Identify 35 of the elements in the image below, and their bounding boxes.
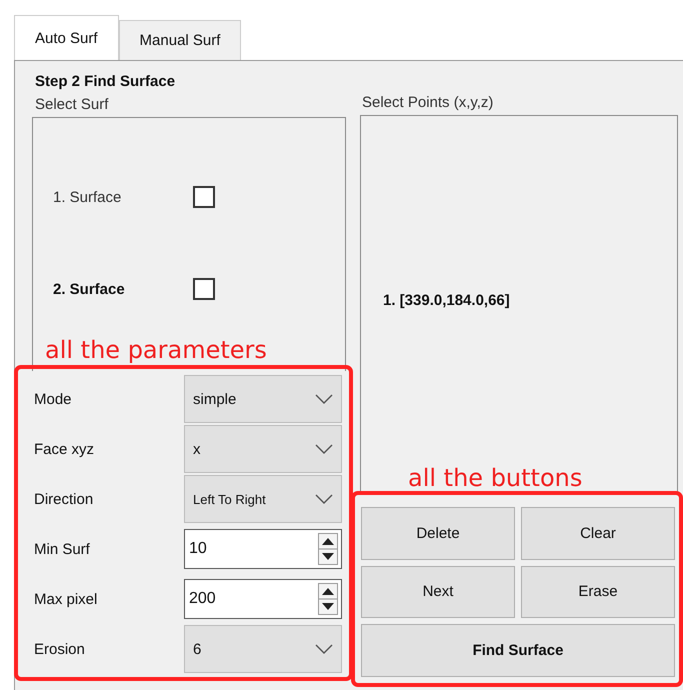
checkbox-label: 2. Surface (53, 280, 126, 298)
tab[interactable]: Manual Surf (118, 20, 242, 60)
checkbox[interactable] (193, 186, 215, 208)
tab[interactable]: Auto Surf (14, 15, 119, 60)
dropdown[interactable]: simple (184, 375, 342, 423)
action-button[interactable]: Find Surface (361, 624, 675, 677)
chevron-down-icon (315, 394, 333, 404)
parameter-label: Face xyz (34, 440, 96, 458)
chevron-down-icon (315, 644, 333, 654)
parameter-label: Direction (34, 490, 94, 508)
action-button[interactable]: Erase (521, 566, 675, 618)
number-field[interactable]: 10 (184, 529, 342, 569)
list-item[interactable]: 1. [339.0,184.0,66] (383, 292, 677, 309)
annotation-text: all the buttons (408, 464, 582, 492)
annotation-text: all the parameters (45, 336, 267, 364)
action-button[interactable]: Delete (361, 507, 515, 560)
checkbox[interactable] (193, 278, 215, 300)
chevron-down-icon (315, 444, 333, 454)
dropdown[interactable]: Left To Right (184, 475, 342, 523)
action-button[interactable]: Next (361, 566, 515, 618)
parameter-label: Max pixel (34, 590, 98, 608)
parameter-label: Min Surf (34, 540, 91, 558)
parameter-label: Mode (34, 390, 73, 408)
checkbox-label: 1. Surface (53, 188, 122, 206)
group-label: Select Points (x,y,z) (362, 94, 494, 111)
chevron-down-icon (315, 494, 333, 504)
spinner-arrows-icon[interactable] (318, 533, 338, 565)
dropdown[interactable]: 6 (184, 625, 342, 673)
group-label: Select Surf (35, 96, 110, 113)
step-title: Step 2 Find Surface (35, 73, 176, 90)
spinner-arrows-icon[interactable] (318, 583, 338, 615)
action-button[interactable]: Clear (521, 507, 675, 560)
dropdown[interactable]: x (184, 425, 342, 473)
number-field[interactable]: 200 (184, 579, 342, 619)
parameter-label: Erosion (34, 640, 86, 658)
